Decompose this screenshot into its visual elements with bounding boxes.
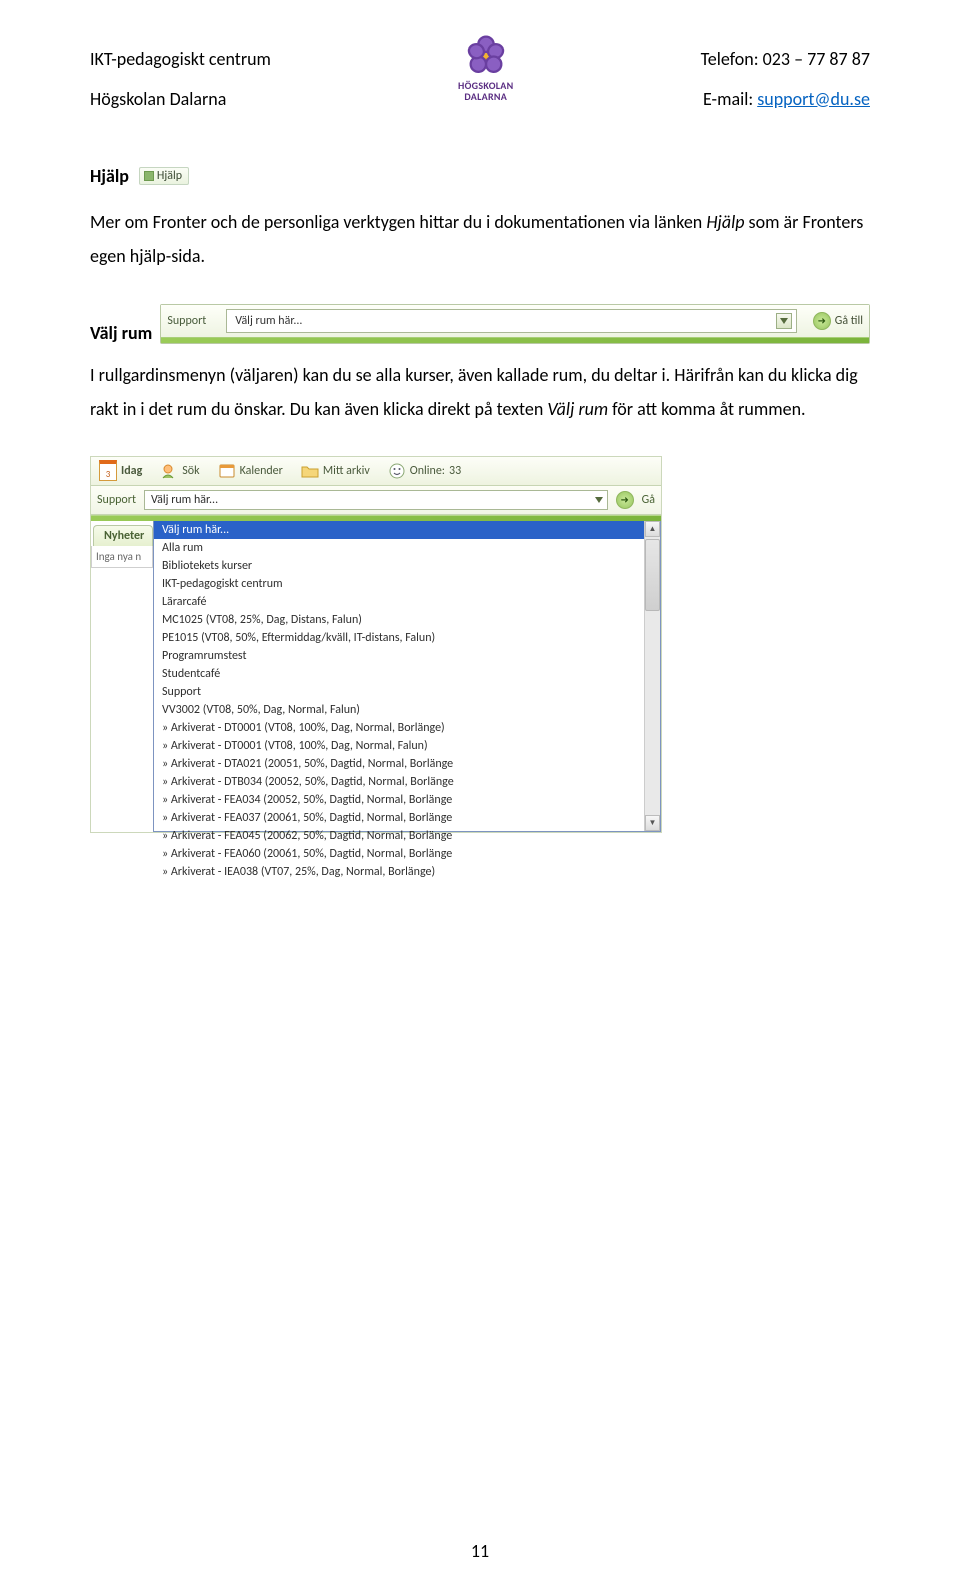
valjrum-text-italic: Välj rum bbox=[547, 398, 608, 420]
list-item[interactable]: IKT-pedagogiskt centrum bbox=[154, 575, 660, 593]
page-number: 11 bbox=[0, 1540, 960, 1562]
list-item[interactable]: » Arkiverat - DTA021 (20051, 50%, Dagtid… bbox=[154, 755, 660, 773]
list-item[interactable]: VV3002 (VT08, 50%, Dag, Normal, Falun) bbox=[154, 701, 660, 719]
header-right: Telefon: 023 – 77 87 87 E-mail: support@… bbox=[701, 40, 870, 119]
scrollbar[interactable]: ▲ ▼ bbox=[644, 521, 660, 831]
room-select-open-value: Välj rum här... bbox=[151, 493, 218, 507]
fronter-app-mock: 3 Idag Sök Kalender Mitt arkiv bbox=[90, 456, 662, 833]
phone-number: 023 – 77 87 87 bbox=[763, 48, 870, 70]
phone-label: Telefon: bbox=[701, 48, 763, 70]
calendar-badge-icon: 3 bbox=[99, 462, 117, 480]
toolbar-idag-label: Idag bbox=[121, 464, 142, 478]
list-item[interactable]: Studentcafé bbox=[154, 665, 660, 683]
list-item[interactable]: Alla rum bbox=[154, 539, 660, 557]
hjalp-badge[interactable]: Hjälp bbox=[139, 167, 189, 185]
chevron-down-icon[interactable] bbox=[595, 493, 603, 507]
toolbar-kalender-label: Kalender bbox=[240, 464, 283, 478]
scroll-down-icon[interactable]: ▼ bbox=[645, 815, 660, 831]
square-icon bbox=[144, 171, 154, 181]
left-panel: Nyheter Inga nya n bbox=[91, 521, 153, 568]
arrow-right-icon: ➜ bbox=[813, 312, 831, 330]
support-tab[interactable]: Support bbox=[167, 314, 216, 328]
list-item[interactable]: » Arkiverat - DT0001 (VT08, 100%, Dag, N… bbox=[154, 719, 660, 737]
email-line: E-mail: support@du.se bbox=[701, 80, 870, 120]
chevron-down-icon[interactable] bbox=[776, 313, 792, 329]
email-link[interactable]: support@du.se bbox=[757, 88, 870, 110]
valjrum-heading: Välj rum bbox=[90, 322, 152, 344]
folder-icon bbox=[301, 462, 319, 480]
hjalp-badge-label: Hjälp bbox=[157, 169, 182, 183]
room-select-value: Välj rum här... bbox=[235, 314, 302, 328]
list-item[interactable]: PE1015 (VT08, 50%, Eftermiddag/kväll, IT… bbox=[154, 629, 660, 647]
room-dropdown-list[interactable]: Välj rum här...Alla rumBibliotekets kurs… bbox=[153, 521, 661, 832]
room-select[interactable]: Välj rum här... bbox=[226, 309, 796, 333]
hjalp-text-1: Mer om Fronter och de personliga verktyg… bbox=[90, 211, 706, 233]
org-subname: Högskolan Dalarna bbox=[90, 80, 271, 120]
toolbar-sok-label: Sök bbox=[182, 464, 199, 478]
app-row2: Support Välj rum här... ➜ Gå bbox=[91, 486, 661, 515]
flower-icon bbox=[463, 32, 509, 78]
nyheter-empty: Inga nya n bbox=[91, 546, 153, 568]
smile-icon bbox=[388, 462, 406, 480]
list-item[interactable]: » Arkiverat - IEA038 (VT07, 25%, Dag, No… bbox=[154, 863, 660, 881]
toolbar-idag[interactable]: 3 Idag bbox=[99, 462, 142, 480]
calendar-icon bbox=[218, 462, 236, 480]
toolbar-online-label: Online: bbox=[410, 464, 445, 478]
list-item[interactable]: MC1025 (VT08, 25%, Dag, Distans, Falun) bbox=[154, 611, 660, 629]
list-item[interactable]: » Arkiverat - DT0001 (VT08, 100%, Dag, N… bbox=[154, 737, 660, 755]
go-label: Gå till bbox=[835, 314, 863, 328]
row2-support[interactable]: Support bbox=[97, 493, 136, 507]
list-item[interactable]: » Arkiverat - FEA034 (20052, 50%, Dagtid… bbox=[154, 791, 660, 809]
hjalp-text-italic: Hjälp bbox=[706, 211, 744, 233]
list-item[interactable]: » Arkiverat - DTB034 (20052, 50%, Dagtid… bbox=[154, 773, 660, 791]
nyheter-tab[interactable]: Nyheter bbox=[93, 525, 153, 546]
toolbar-kalender[interactable]: Kalender bbox=[218, 462, 283, 480]
row2-go: Gå bbox=[642, 493, 655, 507]
header-logo: HÖGSKOLAN DALARNA bbox=[458, 32, 514, 102]
list-item[interactable]: » Arkiverat - FEA045 (20062, 50%, Dagtid… bbox=[154, 827, 660, 845]
hjalp-heading: Hjälp bbox=[90, 165, 129, 187]
list-item[interactable]: Bibliotekets kurser bbox=[154, 557, 660, 575]
arrow-right-icon[interactable]: ➜ bbox=[616, 491, 634, 509]
toolbar-online-count: 33 bbox=[449, 464, 461, 478]
room-select-open[interactable]: Välj rum här... bbox=[144, 490, 608, 510]
list-item[interactable]: Välj rum här... bbox=[154, 521, 660, 539]
go-button[interactable]: ➜ Gå till bbox=[807, 312, 863, 330]
room-selector-bar: Support Välj rum här... ➜ Gå till bbox=[160, 304, 870, 344]
scroll-up-icon[interactable]: ▲ bbox=[645, 521, 660, 537]
valjrum-text-2: för att komma åt rummen. bbox=[608, 398, 805, 420]
toolbar-mittarkiv[interactable]: Mitt arkiv bbox=[301, 462, 370, 480]
toolbar-mittarkiv-label: Mitt arkiv bbox=[323, 464, 370, 478]
phone-line: Telefon: 023 – 77 87 87 bbox=[701, 40, 870, 80]
email-label: E-mail: bbox=[703, 88, 757, 110]
app-toolbar: 3 Idag Sök Kalender Mitt arkiv bbox=[91, 457, 661, 486]
logo-text-2: DALARNA bbox=[458, 91, 514, 102]
list-item[interactable]: » Arkiverat - FEA060 (20061, 50%, Dagtid… bbox=[154, 845, 660, 863]
list-item[interactable]: Programrumstest bbox=[154, 647, 660, 665]
hjalp-heading-row: Hjälp Hjälp bbox=[90, 165, 870, 187]
list-item[interactable]: » Arkiverat - FEA037 (20061, 50%, Dagtid… bbox=[154, 809, 660, 827]
toolbar-sok[interactable]: Sök bbox=[160, 462, 199, 480]
hjalp-paragraph: Mer om Fronter och de personliga verktyg… bbox=[90, 205, 870, 273]
list-item[interactable]: Support bbox=[154, 683, 660, 701]
list-item[interactable]: Lärarcafé bbox=[154, 593, 660, 611]
green-divider bbox=[161, 337, 869, 343]
scroll-thumb[interactable] bbox=[645, 539, 660, 611]
page-header: IKT-pedagogiskt centrum Högskolan Dalarn… bbox=[90, 40, 870, 119]
valjrum-paragraph: I rullgardinsmenyn (väljaren) kan du se … bbox=[90, 358, 870, 426]
org-name: IKT-pedagogiskt centrum bbox=[90, 40, 271, 80]
header-left: IKT-pedagogiskt centrum Högskolan Dalarn… bbox=[90, 40, 271, 119]
valjrum-heading-row: Välj rum Support Välj rum här... ➜ Gå ti… bbox=[90, 304, 870, 344]
person-search-icon bbox=[160, 462, 178, 480]
toolbar-online[interactable]: Online: 33 bbox=[388, 462, 461, 480]
